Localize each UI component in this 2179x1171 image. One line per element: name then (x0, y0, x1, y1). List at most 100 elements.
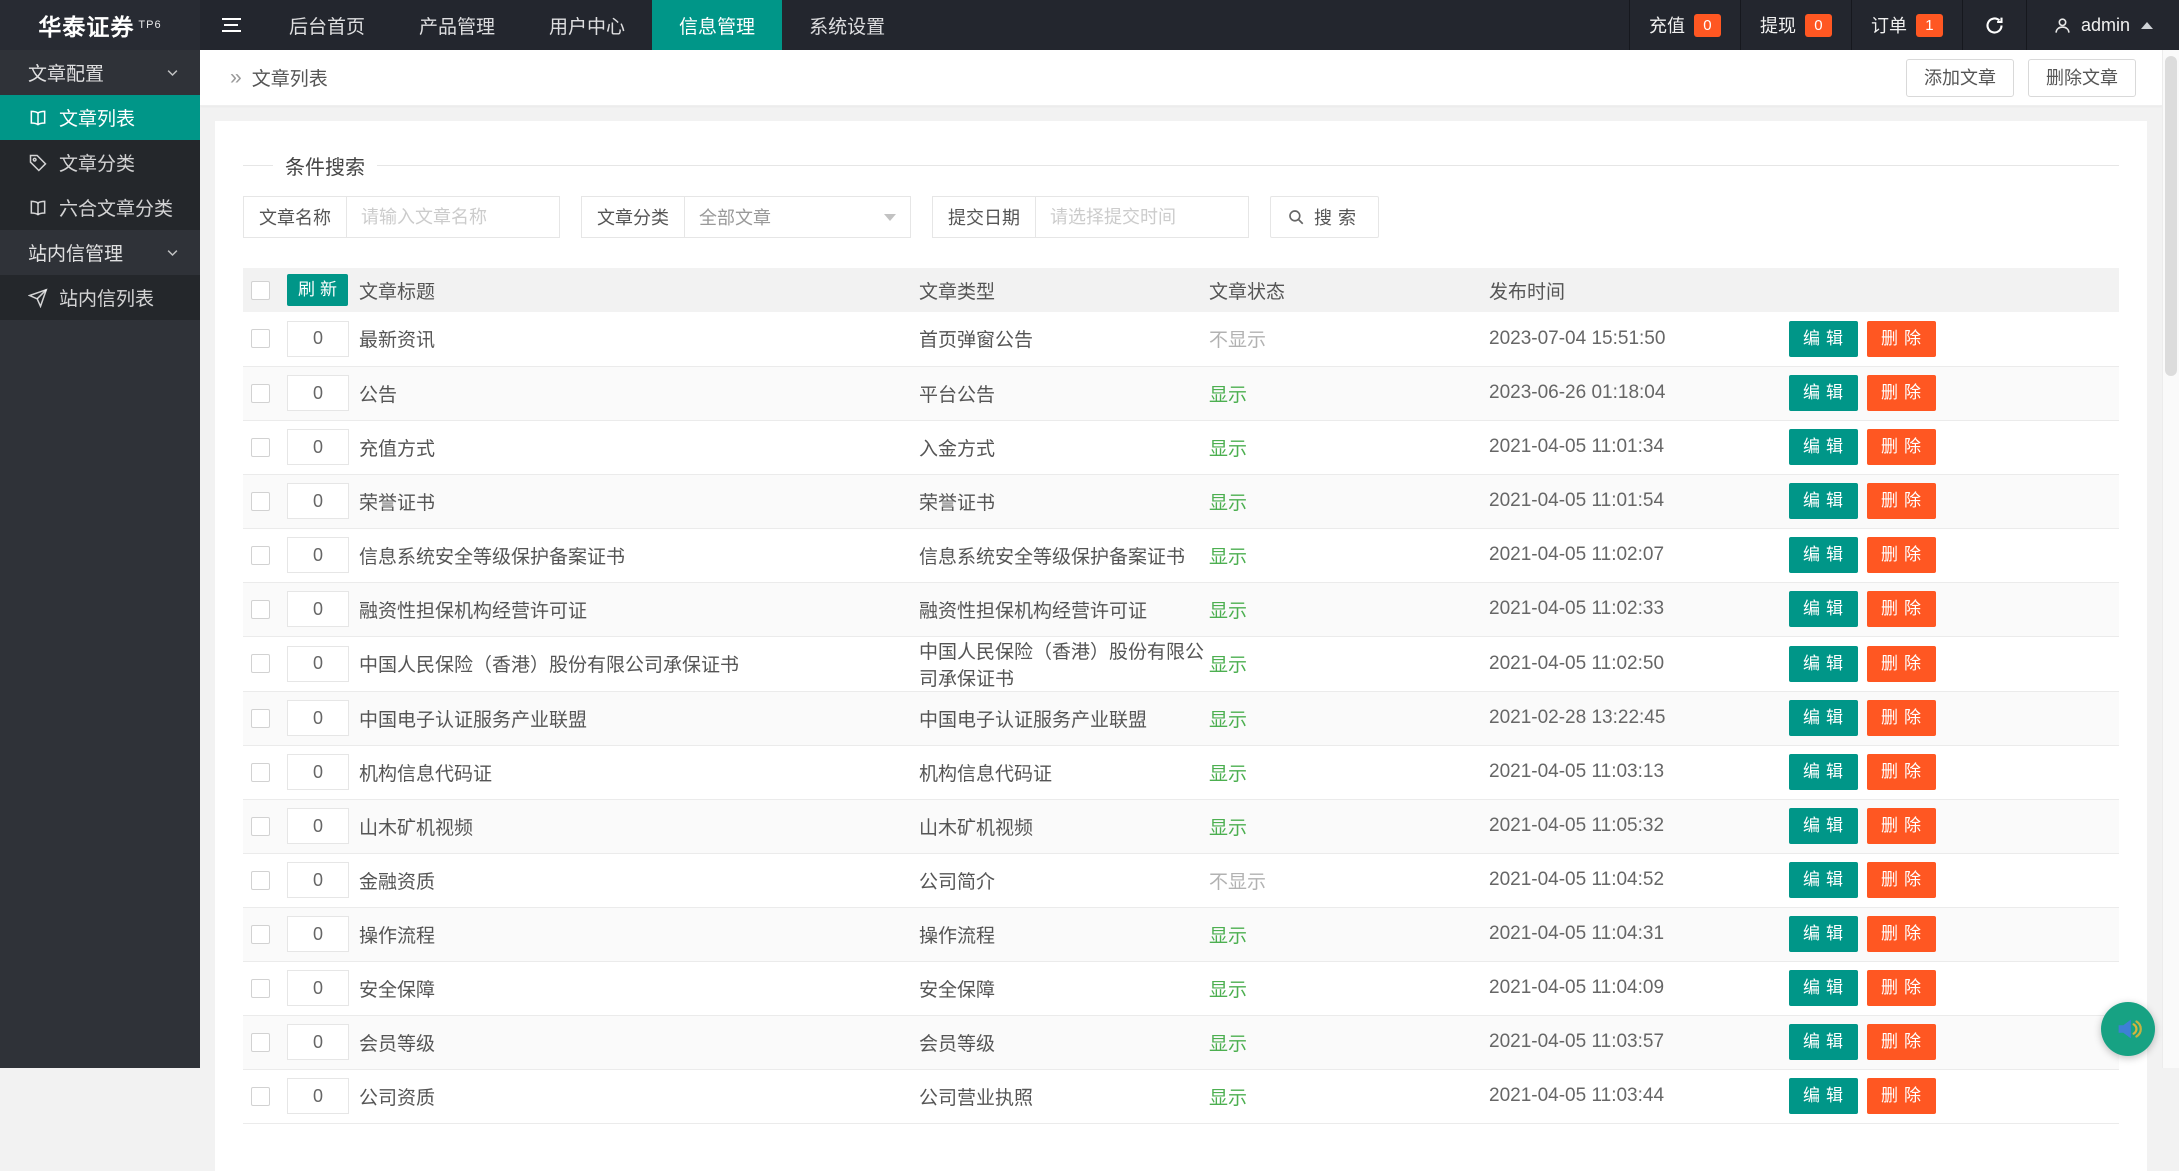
scrollbar-thumb[interactable] (2165, 56, 2177, 376)
sidebar-item-article-list[interactable]: 文章列表 (0, 95, 200, 140)
row-checkbox[interactable] (251, 925, 270, 944)
delete-button[interactable]: 删除 (1867, 1024, 1936, 1060)
sort-order-input[interactable] (287, 321, 349, 357)
row-checkbox[interactable] (251, 438, 270, 457)
header-stat-orders[interactable]: 订单1 (1851, 0, 1962, 50)
delete-button[interactable]: 删除 (1867, 591, 1936, 627)
row-checkbox[interactable] (251, 329, 270, 348)
article-status-toggle[interactable]: 显示 (1209, 907, 1489, 961)
refresh-table-button[interactable]: 刷新 (287, 274, 348, 306)
row-checkbox[interactable] (251, 763, 270, 782)
article-name-input[interactable] (347, 197, 559, 237)
sidebar-item-message-list[interactable]: 站内信列表 (0, 275, 200, 320)
user-menu[interactable]: admin (2026, 0, 2179, 50)
delete-button[interactable]: 删除 (1867, 375, 1936, 411)
edit-button[interactable]: 编辑 (1789, 700, 1858, 736)
sidebar-group-article-config[interactable]: 文章配置 (0, 50, 200, 95)
row-checkbox[interactable] (251, 546, 270, 565)
sidebar-item-article-category[interactable]: 文章分类 (0, 140, 200, 185)
select-all-checkbox[interactable] (251, 281, 270, 300)
edit-button[interactable]: 编辑 (1789, 483, 1858, 519)
sort-order-input[interactable] (287, 429, 349, 465)
article-status-toggle[interactable]: 显示 (1209, 745, 1489, 799)
search-button[interactable]: 搜索 (1270, 196, 1379, 238)
sidebar-toggle-icon[interactable] (200, 0, 262, 50)
sort-order-input[interactable] (287, 916, 349, 952)
edit-button[interactable]: 编辑 (1789, 808, 1858, 844)
row-checkbox[interactable] (251, 1033, 270, 1052)
edit-button[interactable]: 编辑 (1789, 591, 1858, 627)
article-status-toggle[interactable]: 显示 (1209, 1015, 1489, 1069)
article-status-toggle[interactable]: 显示 (1209, 636, 1489, 691)
edit-button[interactable]: 编辑 (1789, 916, 1858, 952)
sidebar-group-message[interactable]: 站内信管理 (0, 230, 200, 275)
row-checkbox[interactable] (251, 709, 270, 728)
edit-button[interactable]: 编辑 (1789, 862, 1858, 898)
delete-article-button[interactable]: 删除文章 (2028, 59, 2136, 97)
edit-button[interactable]: 编辑 (1789, 1024, 1858, 1060)
article-status-toggle[interactable]: 显示 (1209, 420, 1489, 474)
header-stat-recharge[interactable]: 充值0 (1629, 0, 1740, 50)
sort-order-input[interactable] (287, 375, 349, 411)
sort-order-input[interactable] (287, 754, 349, 790)
article-status-toggle[interactable]: 显示 (1209, 1069, 1489, 1123)
article-status-toggle[interactable]: 显示 (1209, 366, 1489, 420)
row-checkbox[interactable] (251, 1087, 270, 1106)
sidebar-item-liuhe-article-category[interactable]: 六合文章分类 (0, 185, 200, 230)
sort-order-input[interactable] (287, 1024, 349, 1060)
article-status-toggle[interactable]: 显示 (1209, 474, 1489, 528)
header-stat-withdraw[interactable]: 提现0 (1740, 0, 1851, 50)
article-status-toggle[interactable]: 显示 (1209, 528, 1489, 582)
row-checkbox[interactable] (251, 492, 270, 511)
delete-button[interactable]: 删除 (1867, 321, 1936, 357)
nav-item-home[interactable]: 后台首页 (262, 0, 392, 50)
sort-order-input[interactable] (287, 970, 349, 1006)
delete-button[interactable]: 删除 (1867, 754, 1936, 790)
nav-item-settings[interactable]: 系统设置 (782, 0, 912, 50)
sort-order-input[interactable] (287, 808, 349, 844)
row-checkbox[interactable] (251, 654, 270, 673)
add-article-button[interactable]: 添加文章 (1906, 59, 2014, 97)
announcement-audio-button[interactable] (2101, 1002, 2155, 1056)
delete-button[interactable]: 删除 (1867, 808, 1936, 844)
delete-button[interactable]: 删除 (1867, 646, 1936, 682)
delete-button[interactable]: 删除 (1867, 862, 1936, 898)
row-checkbox[interactable] (251, 817, 270, 836)
edit-button[interactable]: 编辑 (1789, 375, 1858, 411)
edit-button[interactable]: 编辑 (1789, 537, 1858, 573)
nav-item-products[interactable]: 产品管理 (392, 0, 522, 50)
sort-order-input[interactable] (287, 591, 349, 627)
delete-button[interactable]: 删除 (1867, 429, 1936, 465)
row-checkbox[interactable] (251, 979, 270, 998)
sort-order-input[interactable] (287, 537, 349, 573)
delete-button[interactable]: 删除 (1867, 537, 1936, 573)
row-checkbox[interactable] (251, 600, 270, 619)
article-status-toggle[interactable]: 显示 (1209, 691, 1489, 745)
edit-button[interactable]: 编辑 (1789, 970, 1858, 1006)
edit-button[interactable]: 编辑 (1789, 321, 1858, 357)
article-category-select[interactable]: 全部文章 (685, 197, 910, 237)
refresh-icon[interactable] (1962, 0, 2026, 50)
edit-button[interactable]: 编辑 (1789, 646, 1858, 682)
sort-order-input[interactable] (287, 646, 349, 682)
delete-button[interactable]: 删除 (1867, 483, 1936, 519)
sort-order-input[interactable] (287, 862, 349, 898)
delete-button[interactable]: 删除 (1867, 970, 1936, 1006)
edit-button[interactable]: 编辑 (1789, 754, 1858, 790)
article-status-toggle[interactable]: 不显示 (1209, 853, 1489, 907)
delete-button[interactable]: 删除 (1867, 1078, 1936, 1114)
article-status-toggle[interactable]: 显示 (1209, 961, 1489, 1015)
article-status-toggle[interactable]: 显示 (1209, 799, 1489, 853)
sort-order-input[interactable] (287, 483, 349, 519)
row-checkbox[interactable] (251, 384, 270, 403)
article-status-toggle[interactable]: 不显示 (1209, 312, 1489, 366)
submit-date-input[interactable] (1036, 197, 1248, 237)
delete-button[interactable]: 删除 (1867, 916, 1936, 952)
page-scrollbar[interactable] (2162, 50, 2179, 1068)
sort-order-input[interactable] (287, 700, 349, 736)
article-status-toggle[interactable]: 显示 (1209, 582, 1489, 636)
row-checkbox[interactable] (251, 871, 270, 890)
edit-button[interactable]: 编辑 (1789, 1078, 1858, 1114)
nav-item-info[interactable]: 信息管理 (652, 0, 782, 50)
delete-button[interactable]: 删除 (1867, 700, 1936, 736)
